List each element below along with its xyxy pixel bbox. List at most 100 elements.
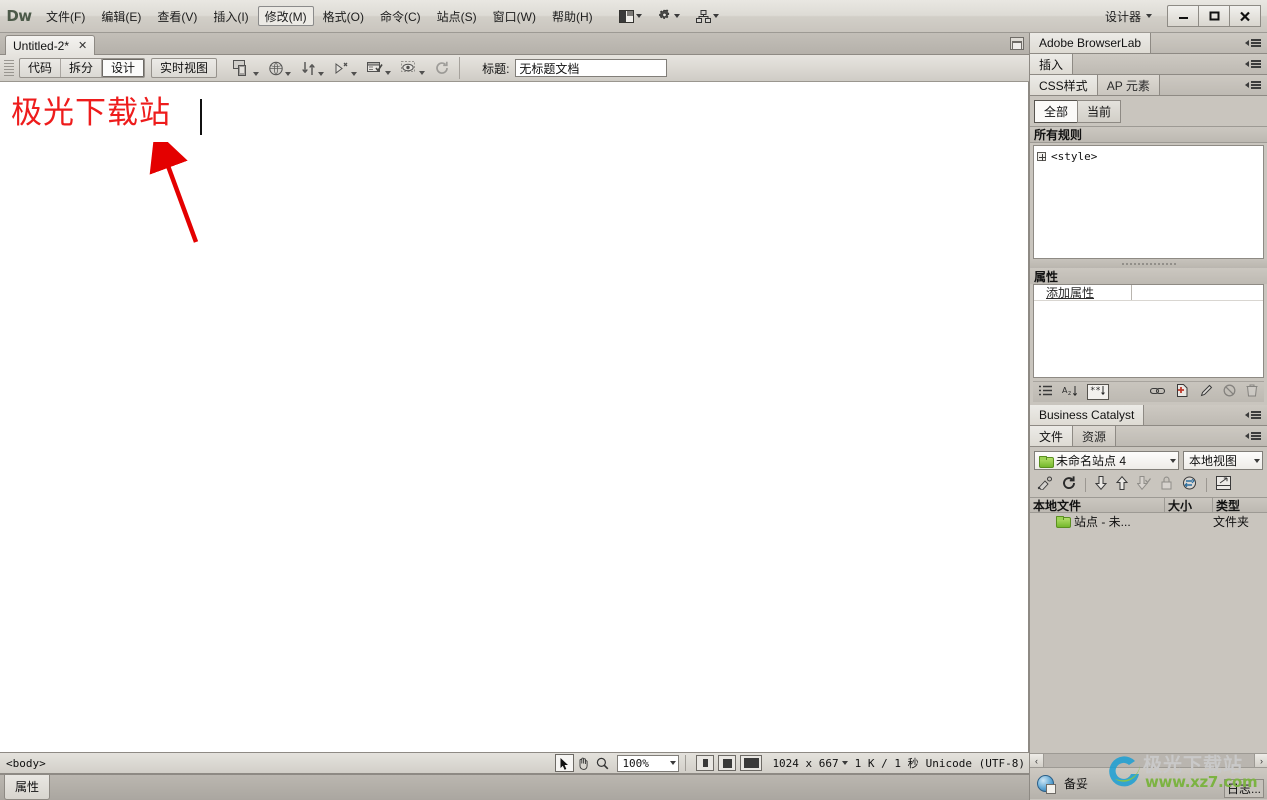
column-header-name[interactable]: 本地文件 [1030,498,1165,513]
list-item[interactable]: <style> [1034,149,1263,164]
files-table-body[interactable]: 站点 - 未... 文件夹 [1030,513,1267,709]
panel-options-menu[interactable] [1245,426,1267,446]
menu-item-view[interactable]: 查看(V) [150,6,204,26]
browserlab-tab[interactable]: Adobe BrowserLab [1030,33,1152,53]
list-view-icon[interactable]: A z [1062,385,1078,400]
maximize-button[interactable] [1198,5,1230,27]
menu-item-format[interactable]: 格式(O) [316,6,371,26]
connect-remote-icon[interactable] [1037,476,1053,493]
attach-stylesheet-icon[interactable] [1149,385,1166,399]
css-properties-grid[interactable]: 添加属性 [1033,284,1264,378]
tab-assets[interactable]: 资源 [1073,426,1117,446]
expand-panel-icon[interactable] [1216,476,1231,493]
menu-item-file[interactable]: 文件(F) [39,6,92,26]
document-body[interactable]: 极光下载站 [0,82,1028,752]
tab-files[interactable]: 文件 [1030,426,1074,446]
tab-css-styles[interactable]: CSS样式 [1030,75,1098,95]
refresh-icon[interactable] [1062,476,1076,493]
files-horizontal-scrollbar[interactable]: ‹ › [1030,753,1267,767]
scrollbar-track[interactable] [1044,754,1254,767]
css-current-button[interactable]: 当前 [1077,100,1122,123]
panel-options-menu[interactable] [1245,54,1267,74]
business-catalyst-panel-header[interactable]: Business Catalyst [1030,405,1267,426]
view-mode-select[interactable]: 本地视图 [1183,451,1263,470]
expand-icon[interactable] [1037,152,1046,161]
minimize-button[interactable] [1167,5,1199,27]
get-files-icon[interactable] [1094,476,1108,493]
menu-item-insert[interactable]: 插入(I) [206,6,255,26]
table-row[interactable]: 添加属性 [1034,285,1263,301]
scroll-left-icon[interactable]: ‹ [1030,754,1044,767]
edit-rule-icon[interactable] [1200,384,1213,400]
live-view-button[interactable]: 实时视图 [151,58,218,78]
synchronize-icon[interactable] [1182,476,1197,493]
insert-panel-header[interactable]: 插入 [1030,54,1267,75]
category-view-icon[interactable] [1039,385,1053,400]
log-button[interactable]: 日志... [1223,779,1264,798]
close-icon[interactable]: ✕ [78,39,87,52]
zoom-level-select[interactable]: 100% [617,754,680,772]
tag-selector[interactable]: <body> [0,757,46,770]
properties-tab[interactable]: 属性 [4,775,51,800]
select-tool-icon[interactable] [555,754,575,772]
file-name-cell[interactable]: 站点 - 未... [1030,513,1165,530]
small-window-icon[interactable] [696,755,715,771]
design-view-button[interactable]: 设计 [102,59,145,77]
gear-icon[interactable] [658,9,680,23]
design-canvas[interactable]: 极光下载站 [0,82,1029,752]
add-property-link[interactable]: 添加属性 [1034,285,1132,300]
large-window-icon[interactable] [740,755,763,771]
split-view-button[interactable]: 拆分 [61,59,103,77]
layout-icon[interactable] [618,9,642,23]
files-panel-header[interactable]: 文件 资源 [1030,426,1267,447]
chevron-down-icon [841,761,848,765]
panel-options-menu[interactable] [1245,75,1267,95]
browserlab-panel-header[interactable]: Adobe BrowserLab [1030,33,1267,54]
zoom-tool-icon[interactable] [593,754,612,772]
document-heading-text[interactable]: 极光下载站 [11,95,171,132]
property-value-cell[interactable] [1132,285,1263,300]
business-catalyst-tab[interactable]: Business Catalyst [1030,405,1145,425]
restore-document-icon[interactable] [1010,37,1024,50]
menu-item-commands[interactable]: 命令(C) [373,6,428,26]
menu-item-modify[interactable]: 修改(M) [257,6,314,26]
view-options-icon[interactable] [401,61,426,75]
menu-item-site[interactable]: 站点(S) [430,6,484,26]
document-tab[interactable]: Untitled-2* ✕ [5,35,96,55]
css-iconbar-right [1149,384,1258,400]
panel-splitter[interactable] [1030,259,1267,268]
table-row[interactable]: 站点 - 未... 文件夹 [1030,513,1267,529]
css-rules-list[interactable]: <style> [1033,145,1264,259]
tab-ap-elements[interactable]: AP 元素 [1097,75,1160,95]
css-all-button[interactable]: 全部 [1034,100,1079,123]
menu-item-window[interactable]: 窗口(W) [486,6,543,26]
visual-aids-icon[interactable] [367,61,392,75]
workspace-switcher[interactable]: 设计器 [1097,8,1160,25]
new-css-rule-icon[interactable] [1176,384,1190,400]
medium-window-icon[interactable] [718,755,737,771]
menu-item-edit[interactable]: 编辑(E) [94,6,148,26]
file-management-icon[interactable] [301,61,325,76]
panel-options-menu[interactable] [1245,33,1267,53]
toolbar-grip[interactable] [4,58,14,78]
file-type-cell: 文件夹 [1213,514,1250,529]
menu-item-help[interactable]: 帮助(H) [545,6,600,26]
check-browser-compat-icon[interactable] [334,61,358,76]
put-files-icon[interactable] [1115,475,1129,493]
window-dimensions[interactable]: 1024 x 667 [772,757,848,770]
code-view-button[interactable]: 代码 [20,59,62,77]
css-styles-panel-header[interactable]: CSS样式 AP 元素 [1030,75,1267,96]
close-button[interactable] [1229,5,1261,27]
column-header-type[interactable]: 类型 [1213,498,1267,513]
site-tree-icon[interactable] [695,9,719,23]
hand-tool-icon[interactable] [574,754,593,772]
site-select[interactable]: 未命名站点 4 [1034,451,1179,470]
page-title-input[interactable] [515,59,668,77]
multiscreen-preview-icon[interactable] [233,60,260,76]
set-properties-icon[interactable]: ** [1087,384,1109,400]
column-header-size[interactable]: 大小 [1165,498,1213,513]
scroll-right-icon[interactable]: › [1254,754,1267,767]
preview-in-browser-icon[interactable] [269,61,292,76]
panel-options-menu[interactable] [1245,405,1267,425]
insert-tab[interactable]: 插入 [1030,54,1074,74]
